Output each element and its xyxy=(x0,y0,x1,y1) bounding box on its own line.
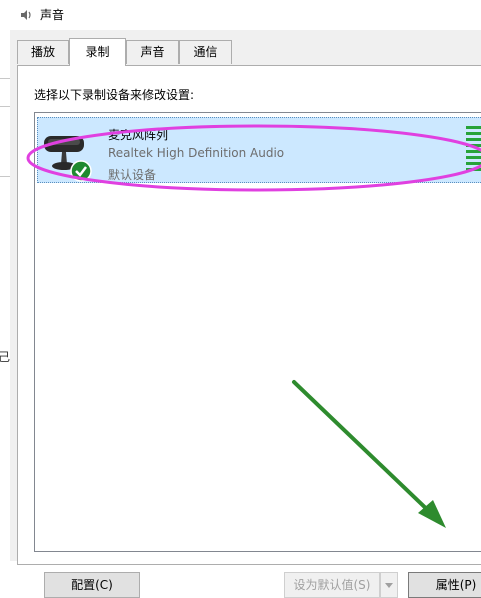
level-bar xyxy=(466,138,481,141)
tab-playback[interactable]: 播放 xyxy=(17,40,69,64)
set-default-button[interactable]: 设为默认值(S) xyxy=(284,572,380,598)
divider xyxy=(0,106,10,107)
device-list[interactable]: 麦克风阵列 Realtek High Definition Audio 默认设备 xyxy=(34,112,481,552)
level-bar xyxy=(466,156,481,159)
level-bar xyxy=(466,126,481,129)
speaker-icon xyxy=(21,10,31,20)
device-row-microphone-array[interactable]: 麦克风阵列 Realtek High Definition Audio 默认设备 xyxy=(37,117,481,183)
divider xyxy=(0,78,10,79)
background-glyph: 己 xyxy=(0,350,11,364)
instruction-text: 选择以下录制设备来修改设置: xyxy=(34,88,195,102)
tab-communications[interactable]: 通信 xyxy=(179,40,232,64)
level-bar xyxy=(466,132,481,135)
configure-button[interactable]: 配置(C) xyxy=(44,572,140,598)
properties-button[interactable]: 属性(P) xyxy=(408,572,481,598)
level-bar xyxy=(466,144,481,147)
divider xyxy=(0,176,10,177)
level-bar xyxy=(466,168,481,171)
recording-panel: 选择以下录制设备来修改设置: 麦克风阵列 Realtek High Defini… xyxy=(17,65,481,598)
green-check-icon xyxy=(70,160,92,182)
set-default-dropdown[interactable] xyxy=(380,572,398,598)
level-bar xyxy=(466,150,481,153)
device-driver: Realtek High Definition Audio xyxy=(108,146,285,160)
level-bar xyxy=(466,162,481,165)
device-name: 麦克风阵列 xyxy=(108,128,169,142)
chevron-down-icon xyxy=(385,583,393,588)
window-titlebar: 声音 xyxy=(0,0,481,30)
tab-recording[interactable]: 录制 xyxy=(69,38,126,66)
level-meter xyxy=(466,126,481,172)
device-status: 默认设备 xyxy=(108,168,157,182)
background-window-edge: 己 xyxy=(0,30,10,561)
sound-dialog: 播放 录制 声音 通信 选择以下录制设备来修改设置: 麦克风阵列 Realtek… xyxy=(10,30,481,598)
window-title: 声音 xyxy=(40,8,65,22)
tab-sounds[interactable]: 声音 xyxy=(126,40,179,64)
